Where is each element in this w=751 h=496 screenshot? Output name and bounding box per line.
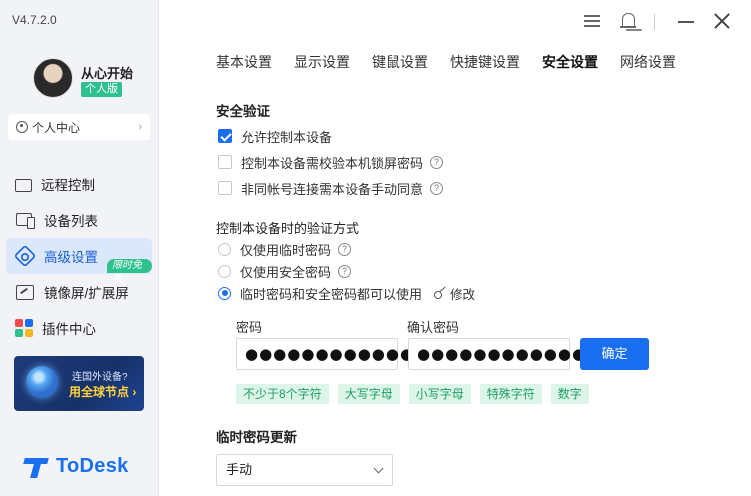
sidebar-nav: 远程控制 设备列表 高级设置 限时免费 镜像屏/扩展屏 插件中心	[6, 166, 152, 346]
promo-line2: 用全球节点 ›	[69, 385, 137, 399]
sidebar-item-remote-control[interactable]: 远程控制	[6, 166, 152, 202]
divider	[654, 14, 655, 30]
require-lock-password-checkbox[interactable]	[218, 155, 232, 169]
promo-line1: 连国外设备?	[72, 372, 128, 383]
edition-badge: 个人版	[81, 82, 122, 97]
window-controls	[561, 0, 751, 42]
chevron-down-icon	[373, 463, 384, 474]
temp-password-only-radio[interactable]	[218, 242, 231, 256]
tab-display[interactable]: 显示设置	[294, 52, 350, 72]
option-label: 临时密码和安全密码都可以使用	[240, 286, 423, 302]
help-icon[interactable]: ?	[430, 181, 444, 195]
avatar[interactable]	[33, 58, 73, 98]
settings-tabs: 基本设置 显示设置 键鼠设置 快捷键设置 安全设置 网络设置	[216, 52, 698, 72]
confirm-button[interactable]: 确定	[580, 338, 649, 370]
sidebar-item-plugin-center[interactable]: 插件中心	[6, 310, 152, 346]
tab-shortcuts[interactable]: 快捷键设置	[450, 52, 520, 72]
sidebar-item-device-list[interactable]: 设备列表	[6, 202, 152, 238]
temp-password-only-option[interactable]: 仅使用临时密码 ?	[218, 240, 352, 258]
option-label: 仅使用临时密码	[240, 242, 332, 258]
globe-icon	[26, 366, 58, 398]
devices-icon	[15, 210, 35, 230]
rule-special-char: 特殊字符	[479, 384, 542, 404]
chevron-right-icon: ›	[138, 121, 142, 133]
user-icon	[16, 121, 28, 133]
rule-digit: 数字	[550, 384, 589, 404]
limited-free-badge: 限时免费	[107, 259, 152, 285]
allow-control-checkbox[interactable]	[218, 129, 232, 143]
sidebar: V4.7.2.0 从心开始 个人版 个人中心 › 远程控制 设备列表 高级设置 …	[0, 0, 159, 496]
sidebar-item-label: 设备列表	[44, 214, 98, 229]
close-icon[interactable]	[711, 10, 733, 32]
tab-basic[interactable]: 基本设置	[216, 52, 272, 72]
sidebar-item-label: 插件中心	[42, 322, 96, 337]
temp-password-update-title: 临时密码更新	[216, 430, 297, 445]
bell-icon[interactable]	[617, 10, 639, 32]
password-label: 密码	[236, 320, 263, 335]
tab-network[interactable]: 网络设置	[620, 52, 676, 72]
menu-icon[interactable]	[581, 10, 603, 32]
settings-icon	[13, 244, 37, 268]
manual-consent-checkbox[interactable]	[218, 181, 232, 195]
confirm-password-label: 确认密码	[407, 320, 460, 335]
sidebar-item-label: 远程控制	[41, 178, 95, 193]
modify-link[interactable]: 修改	[434, 284, 475, 303]
personal-center-label: 个人中心	[32, 120, 81, 135]
rule-min-length: 不少于8个字符	[236, 384, 329, 404]
minimize-icon[interactable]	[675, 10, 697, 32]
tab-keyboard-mouse[interactable]: 键鼠设置	[372, 52, 428, 72]
global-node-promo-banner[interactable]: 连国外设备? 用全球节点 ›	[14, 356, 144, 411]
select-value: 手动	[226, 462, 253, 477]
tab-security[interactable]: 安全设置	[542, 52, 598, 72]
monitor-icon	[15, 178, 32, 192]
sidebar-item-label: 高级设置	[44, 250, 98, 265]
password-input[interactable]: ●●●●●●●●●●●●	[236, 338, 413, 370]
option-label: 允许控制本设备	[241, 129, 333, 145]
verification-method-title: 控制本设备时的验证方式	[216, 221, 360, 236]
mirror-screen-icon	[15, 282, 35, 302]
security-section-title: 安全验证	[216, 104, 270, 119]
plugins-icon	[15, 319, 33, 337]
option-label: 非同帐号连接需本设备手动同意	[241, 181, 424, 197]
user-name: 从心开始	[81, 66, 134, 81]
both-passwords-radio[interactable]	[218, 286, 231, 300]
sidebar-item-mirror-screen[interactable]: 限时免费 镜像屏/扩展屏	[6, 259, 152, 310]
help-icon[interactable]: ?	[430, 155, 444, 169]
modify-label: 修改	[450, 287, 476, 302]
help-icon[interactable]: ?	[338, 264, 352, 278]
todesk-logo-icon	[24, 456, 52, 478]
password-rules: 不少于8个字符 大写字母 小写字母 特殊字符 数字	[236, 384, 598, 404]
option-label: 控制本设备需校验本机锁屏密码	[241, 155, 424, 171]
logo-text: ToDesk	[56, 455, 129, 477]
security-password-only-radio[interactable]	[218, 264, 231, 278]
rule-uppercase: 大写字母	[337, 384, 400, 404]
personal-center-button[interactable]: 个人中心 ›	[8, 114, 150, 140]
todesk-logo: ToDesk	[24, 455, 129, 478]
app-version: V4.7.2.0	[12, 13, 57, 27]
key-icon	[434, 288, 448, 299]
allow-control-option[interactable]: 允许控制本设备	[218, 127, 332, 145]
rule-lowercase: 小写字母	[408, 384, 471, 404]
option-label: 仅使用安全密码	[240, 264, 332, 280]
both-passwords-option[interactable]: 临时密码和安全密码都可以使用 修改	[218, 284, 475, 302]
temp-password-update-select[interactable]: 手动	[216, 454, 393, 486]
help-icon[interactable]: ?	[338, 242, 352, 256]
confirm-password-input[interactable]: ●●●●●●●●●●●●	[408, 338, 585, 370]
security-password-only-option[interactable]: 仅使用安全密码 ?	[218, 262, 352, 280]
manual-consent-option[interactable]: 非同帐号连接需本设备手动同意 ?	[218, 179, 444, 197]
require-lock-password-option[interactable]: 控制本设备需校验本机锁屏密码 ?	[218, 153, 444, 171]
